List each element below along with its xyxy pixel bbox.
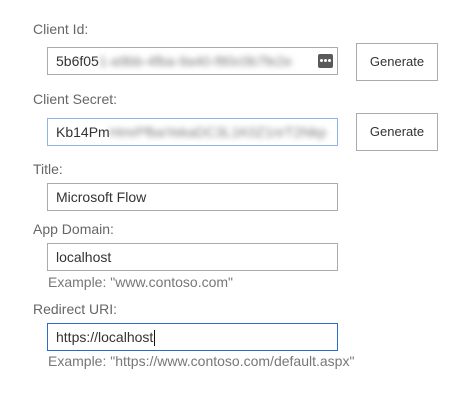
redirect-uri-field[interactable]: https://localhost <box>47 323 338 351</box>
client-secret-label: Client Secret: <box>33 91 118 107</box>
client-secret-value-obscured: HmrPfbaYekaDC3L1K0Z1nrT2Nkp <box>109 124 327 140</box>
client-id-label: Client Id: <box>33 21 89 37</box>
generate-client-id-button[interactable]: Generate <box>356 43 438 81</box>
more-dots-icon[interactable] <box>318 54 333 68</box>
redirect-uri-value: https://localhost <box>56 329 154 345</box>
app-domain-field[interactable]: localhost <box>47 243 338 271</box>
title-label: Title: <box>33 161 63 177</box>
app-domain-hint: Example: "www.contoso.com" <box>48 274 234 290</box>
app-domain-value: localhost <box>56 249 112 265</box>
redirect-uri-hint: Example: "https://www.contoso.com/defaul… <box>48 353 355 369</box>
client-id-value-obscured: 1-a9bb-4fba-9a40-f80c0b7fe2e <box>98 53 292 69</box>
client-secret-value: Kb14Pm <box>56 124 110 140</box>
generate-client-secret-button[interactable]: Generate <box>356 113 438 151</box>
client-secret-field[interactable]: Kb14PmHmrPfbaYekaDC3L1K0Z1nrT2Nkp <box>47 118 338 146</box>
app-domain-label: App Domain: <box>33 221 114 237</box>
client-id-value: 5b6f05 <box>56 53 99 69</box>
title-value: Microsoft Flow <box>56 189 147 205</box>
client-id-field[interactable]: 5b6f051-a9bb-4fba-9a40-f80c0b7fe2e <box>47 47 338 75</box>
text-caret <box>154 330 156 347</box>
redirect-uri-label: Redirect URI: <box>33 301 118 317</box>
title-field[interactable]: Microsoft Flow <box>47 183 338 211</box>
